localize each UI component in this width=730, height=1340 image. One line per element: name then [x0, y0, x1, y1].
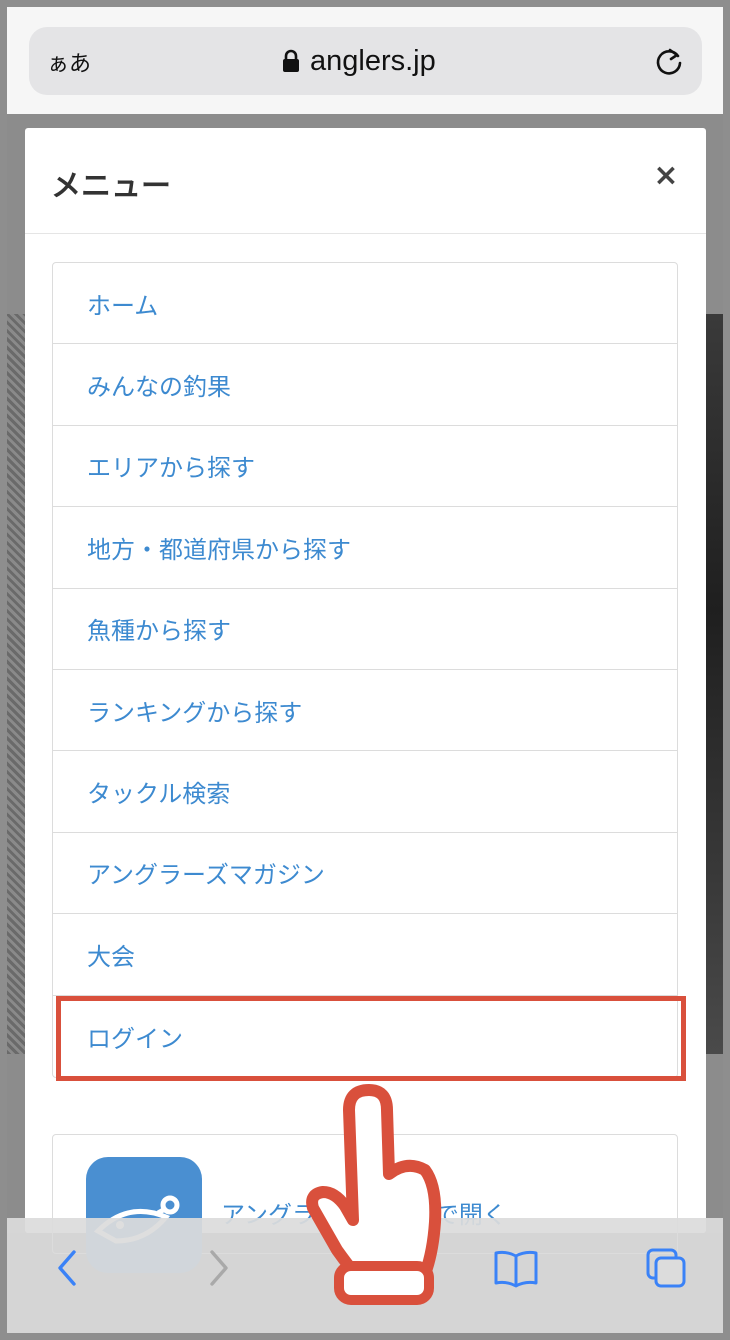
menu-item-search-by-area[interactable]: エリアから探す [53, 426, 677, 508]
bookmarks-icon [494, 1250, 538, 1288]
url-text: anglers.jp [310, 44, 436, 77]
menu-item-search-by-fish[interactable]: 魚種から探す [53, 589, 677, 670]
safari-top-bar: ぁあ anglers.jp [7, 7, 723, 114]
back-icon [58, 1250, 76, 1286]
bookmarks-button[interactable] [491, 1243, 541, 1293]
close-button[interactable]: × [650, 158, 682, 194]
share-icon [348, 1244, 380, 1290]
menu-item-login[interactable]: ログイン [53, 996, 677, 1077]
menu-item-anglers-magazine[interactable]: アングラーズマガジン [53, 833, 677, 915]
modal-header: メニュー × [25, 128, 706, 234]
screenshot-frame: ぁあ anglers.jp メニュー × ホーム みんなの釣果 エリアから探す … [0, 0, 730, 1340]
tabs-button[interactable] [641, 1243, 691, 1293]
back-button[interactable] [47, 1243, 87, 1293]
share-button[interactable] [339, 1243, 389, 1293]
forward-button[interactable] [199, 1243, 239, 1293]
forward-icon [210, 1250, 228, 1286]
reload-icon[interactable] [652, 44, 686, 78]
menu-item-search-by-prefecture[interactable]: 地方・都道府県から探す [53, 507, 677, 589]
url-display[interactable]: anglers.jp [282, 41, 436, 81]
background-photo [705, 314, 723, 1054]
menu-item-search-by-ranking[interactable]: ランキングから探す [53, 670, 677, 752]
safari-bottom-toolbar [7, 1218, 723, 1333]
menu-item-tournament[interactable]: 大会 [53, 914, 677, 996]
menu-item-home[interactable]: ホーム [53, 263, 677, 345]
text-size-button[interactable]: ぁあ [47, 46, 91, 78]
menu-item-tackle-search[interactable]: タックル検索 [53, 751, 677, 833]
address-bar[interactable]: ぁあ anglers.jp [29, 27, 702, 95]
lock-icon [283, 49, 299, 72]
menu-modal: メニュー × ホーム みんなの釣果 エリアから探す 地方・都道府県から探す 魚種… [25, 128, 706, 1273]
tabs-icon [646, 1248, 686, 1288]
menu-list: ホーム みんなの釣果 エリアから探す 地方・都道府県から探す 魚種から探す ラン… [52, 262, 678, 1078]
menu-item-everyone-catches[interactable]: みんなの釣果 [53, 344, 677, 426]
modal-title: メニュー [51, 169, 171, 204]
